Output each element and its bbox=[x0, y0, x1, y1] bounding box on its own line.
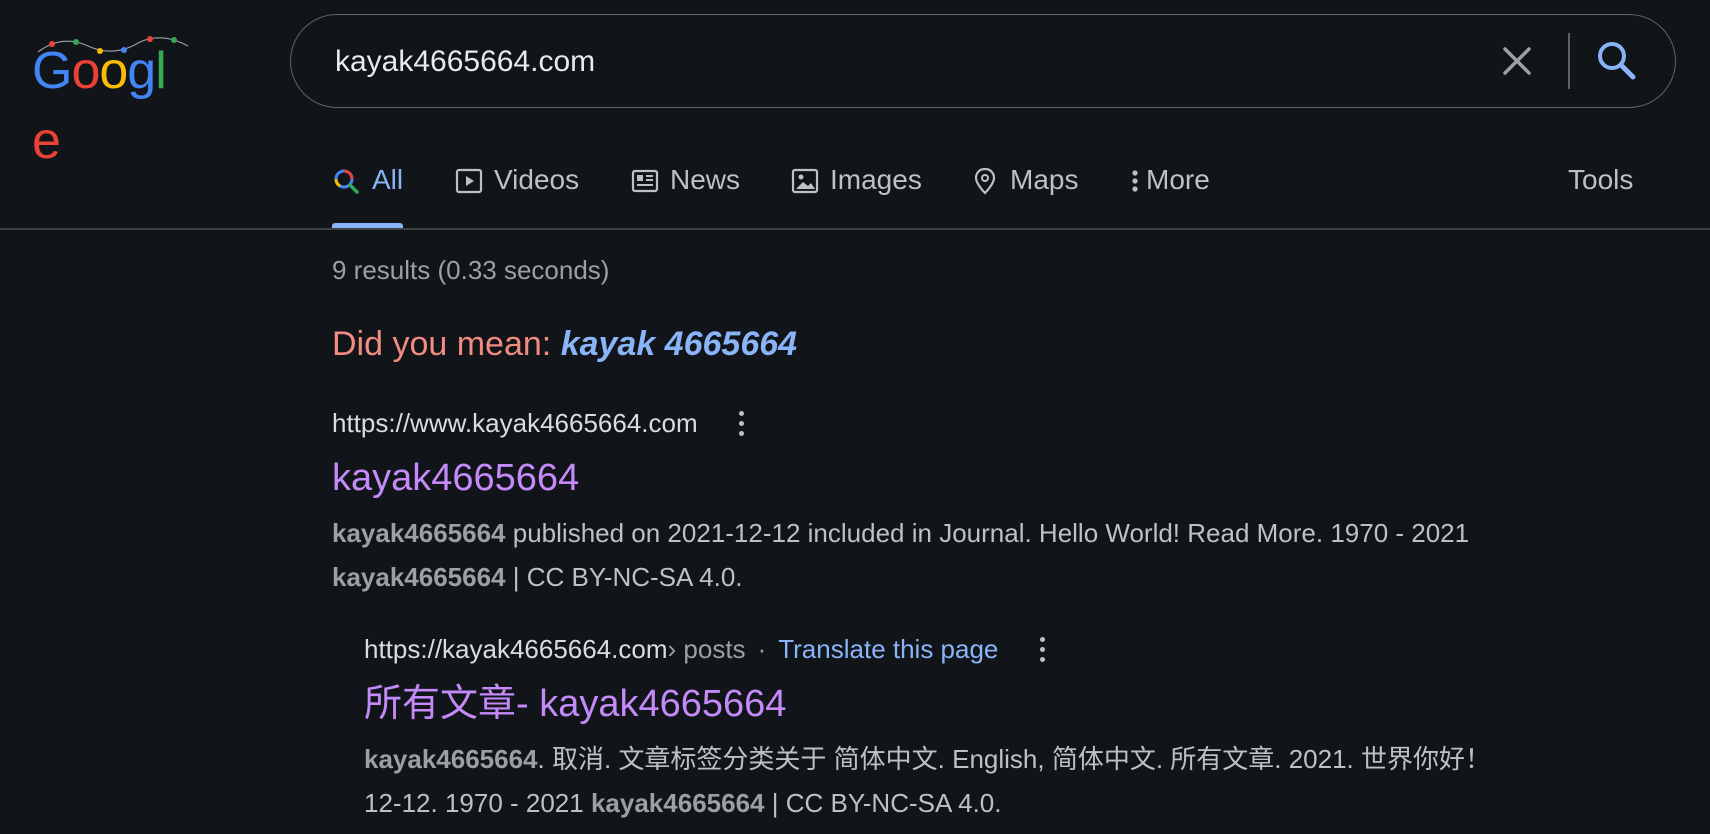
tab-images[interactable]: Images bbox=[790, 160, 922, 228]
image-icon bbox=[791, 168, 819, 194]
play-icon bbox=[455, 168, 483, 194]
result-options-button[interactable] bbox=[730, 405, 754, 441]
snippet-text: published on 2021-12-12 included in Jour… bbox=[505, 518, 1470, 548]
search-tabs: All Videos News Images Maps More Tools bbox=[332, 160, 1672, 230]
tools-label: Tools bbox=[1568, 164, 1634, 195]
logo-letter: e bbox=[32, 112, 61, 170]
close-icon bbox=[1503, 47, 1531, 75]
search-results-page: Google kayak4665664.com All Videos News … bbox=[0, 0, 1710, 834]
snippet-text: | CC BY-NC-SA 4.0. bbox=[764, 788, 1002, 818]
tab-label: All bbox=[372, 164, 404, 195]
spell-prefix: Did you mean: bbox=[332, 325, 552, 363]
tab-more[interactable]: More bbox=[1128, 160, 1210, 228]
result-url[interactable]: https://kayak4665664.com bbox=[364, 634, 668, 665]
google-logo[interactable]: Google bbox=[32, 30, 192, 170]
result-title-link[interactable]: 所有文章- kayak4665664 bbox=[364, 679, 786, 729]
result-title-link[interactable]: kayak4665664 bbox=[332, 453, 579, 503]
tab-all[interactable]: All bbox=[332, 160, 404, 228]
translate-page-link[interactable]: Translate this page bbox=[778, 634, 998, 665]
snippet-text: | CC BY-NC-SA 4.0. bbox=[505, 562, 743, 592]
search-divider bbox=[1568, 33, 1570, 89]
holiday-lights-icon bbox=[37, 36, 189, 54]
result-snippet: kayak4665664. 取消. 文章标签分类关于 简体中文. English… bbox=[364, 737, 1534, 825]
result-snippet: kayak4665664 published on 2021-12-12 inc… bbox=[332, 511, 1532, 599]
tab-maps[interactable]: Maps bbox=[970, 160, 1078, 228]
snippet-highlight: kayak4665664 bbox=[590, 788, 765, 818]
clear-search-button[interactable] bbox=[1491, 35, 1543, 87]
tabs-divider bbox=[0, 228, 1710, 230]
search-icon bbox=[1598, 42, 1636, 80]
tools-button[interactable]: Tools bbox=[1568, 160, 1633, 228]
spell-suggestion-link[interactable]: kayak 4665664 bbox=[561, 325, 797, 363]
search-box bbox=[290, 14, 1676, 108]
tab-news[interactable]: News bbox=[630, 160, 740, 228]
tab-label: Maps bbox=[1010, 164, 1079, 195]
tab-label: News bbox=[670, 164, 741, 195]
search-input[interactable] bbox=[333, 39, 1437, 85]
map-pin-icon bbox=[974, 167, 996, 195]
search-button[interactable] bbox=[1589, 33, 1645, 89]
result-cite: https://kayak4665664.com › posts · Trans… bbox=[364, 629, 1534, 669]
more-vert-icon bbox=[1132, 170, 1138, 192]
search-icon bbox=[334, 169, 359, 194]
search-result-sublink: https://kayak4665664.com › posts · Trans… bbox=[364, 629, 1534, 825]
search-result: https://www.kayak4665664.com kayak466566… bbox=[332, 403, 1532, 599]
result-cite: https://www.kayak4665664.com bbox=[332, 403, 1532, 443]
result-options-button[interactable] bbox=[1030, 631, 1054, 667]
snippet-highlight: kayak4665664 bbox=[364, 744, 538, 774]
tab-videos[interactable]: Videos bbox=[454, 160, 579, 228]
result-url[interactable]: https://www.kayak4665664.com bbox=[332, 408, 698, 439]
snippet-highlight: kayak4665664 bbox=[332, 518, 506, 548]
result-stats: 9 results (0.33 seconds) bbox=[332, 255, 610, 285]
result-breadcrumb: › posts bbox=[667, 633, 746, 664]
tab-label: More bbox=[1146, 164, 1210, 195]
tab-label: Videos bbox=[494, 164, 580, 195]
snippet-highlight: kayak4665664 bbox=[332, 562, 506, 592]
news-icon bbox=[631, 169, 659, 193]
tab-label: Images bbox=[830, 164, 922, 195]
separator-dot: · bbox=[757, 633, 767, 664]
spell-suggestion: Did you mean: kayak 4665664 bbox=[332, 325, 797, 364]
